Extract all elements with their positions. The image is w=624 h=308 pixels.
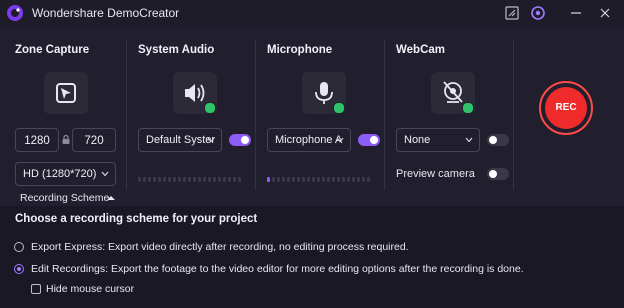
- system-audio-device-select[interactable]: Default Syster: [138, 128, 222, 152]
- divider: [255, 40, 256, 190]
- edit-recordings-radio[interactable]: [14, 264, 24, 274]
- webcam-device-value: None: [404, 134, 431, 146]
- export-express-label[interactable]: Export Express: Export video directly af…: [31, 241, 409, 253]
- width-input[interactable]: 1280: [15, 128, 59, 152]
- edit-recordings-label[interactable]: Edit Recordings: Export the footage to t…: [31, 263, 524, 275]
- status-ok-icon: [462, 102, 474, 114]
- hide-mouse-cursor-label[interactable]: Hide mouse cursor: [46, 283, 134, 295]
- screenshot-icon[interactable]: [503, 4, 521, 22]
- system-audio-title: System Audio: [138, 44, 215, 56]
- resolution-value: HD (1280*720): [23, 168, 97, 180]
- chevron-down-icon: [101, 171, 109, 177]
- title-bar: Wondershare DemoCreator: [0, 0, 624, 26]
- microphone-device-value: Microphone A: [275, 134, 343, 146]
- preview-camera-label: Preview camera: [396, 168, 475, 180]
- webcam-device-select[interactable]: None: [396, 128, 480, 152]
- microphone-device-select[interactable]: Microphone A: [267, 128, 351, 152]
- system-audio-toggle[interactable]: [229, 134, 251, 146]
- toggle-knob: [241, 136, 249, 144]
- webcam-title: WebCam: [396, 44, 445, 56]
- chevron-down-icon: [207, 137, 215, 143]
- divider: [384, 40, 385, 190]
- divider: [513, 40, 514, 190]
- rec-button[interactable]: REC: [539, 81, 593, 135]
- system-audio-device-value: Default Syster: [146, 134, 216, 146]
- resolution-select[interactable]: HD (1280*720): [15, 162, 116, 186]
- microphone-toggle[interactable]: [358, 134, 380, 146]
- toggle-knob: [489, 170, 497, 178]
- height-input[interactable]: 720: [72, 128, 116, 152]
- settings-icon[interactable]: [529, 4, 547, 22]
- hide-mouse-cursor-checkbox[interactable]: [31, 284, 41, 294]
- toggle-knob: [489, 136, 497, 144]
- microphone-title: Microphone: [267, 44, 333, 56]
- system-audio-level-meter: [138, 169, 243, 182]
- democreator-logo-icon: [7, 5, 23, 21]
- close-icon[interactable]: [596, 4, 614, 22]
- toggle-knob: [370, 136, 378, 144]
- divider: [126, 40, 127, 190]
- webcam-toggle[interactable]: [487, 134, 509, 146]
- recording-scheme-toggle[interactable]: Recording Scheme: [20, 192, 109, 204]
- chevron-down-icon: [465, 137, 473, 143]
- preview-camera-toggle[interactable]: [487, 168, 509, 180]
- chevron-up-icon[interactable]: [106, 195, 116, 201]
- scheme-heading: Choose a recording scheme for your proje…: [15, 213, 258, 225]
- rec-label: REC: [545, 87, 587, 129]
- export-express-radio[interactable]: [14, 242, 24, 252]
- lock-aspect-icon[interactable]: [61, 134, 71, 145]
- zone-capture-icon: [56, 83, 76, 103]
- chevron-down-icon: [336, 137, 344, 143]
- status-ok-icon: [204, 102, 216, 114]
- window-title: Wondershare DemoCreator: [32, 6, 180, 20]
- zone-capture-button[interactable]: [44, 72, 88, 114]
- status-ok-icon: [333, 102, 345, 114]
- zone-capture-title: Zone Capture: [15, 44, 90, 56]
- minimize-icon[interactable]: [567, 4, 585, 22]
- microphone-level-meter: [267, 169, 372, 182]
